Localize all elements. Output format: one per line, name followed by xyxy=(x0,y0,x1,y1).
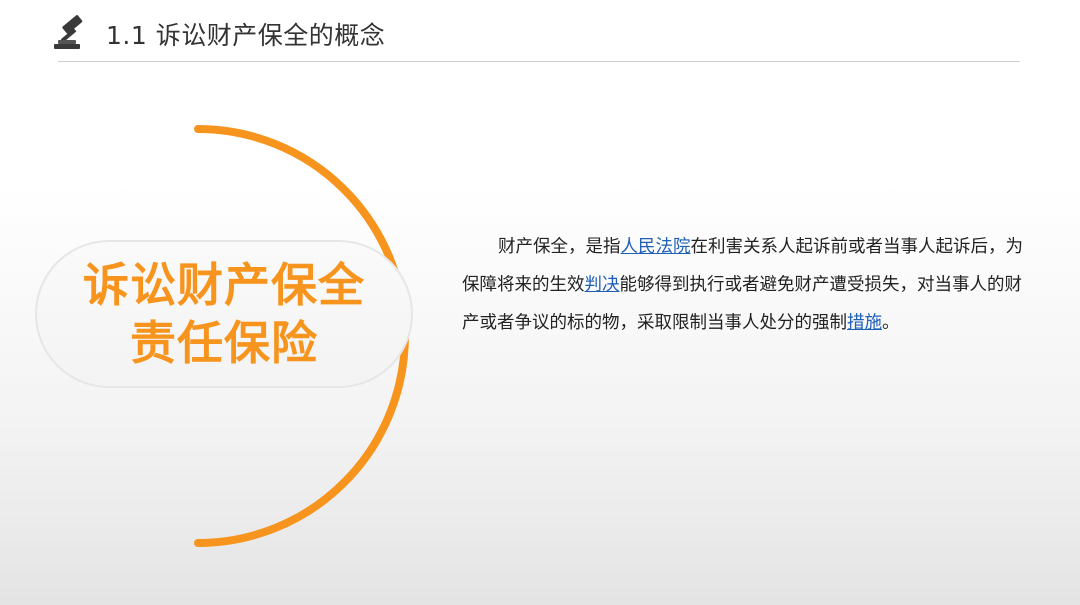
title-badge: 诉讼财产保全 责任保险 xyxy=(35,240,413,388)
badge-line-1: 诉讼财产保全 xyxy=(83,258,365,312)
definition-paragraph: 财产保全，是指人民法院在利害关系人起诉前或者当事人起诉后，为保障将来的生效判决能… xyxy=(462,228,1037,342)
text-segment: 财产保全，是指 xyxy=(498,237,621,257)
link-judgment[interactable]: 判决 xyxy=(585,275,620,295)
badge-line-2: 责任保险 xyxy=(130,316,318,370)
link-people-court[interactable]: 人民法院 xyxy=(621,237,691,257)
link-measures[interactable]: 措施 xyxy=(847,313,882,333)
text-segment: 。 xyxy=(882,313,900,333)
